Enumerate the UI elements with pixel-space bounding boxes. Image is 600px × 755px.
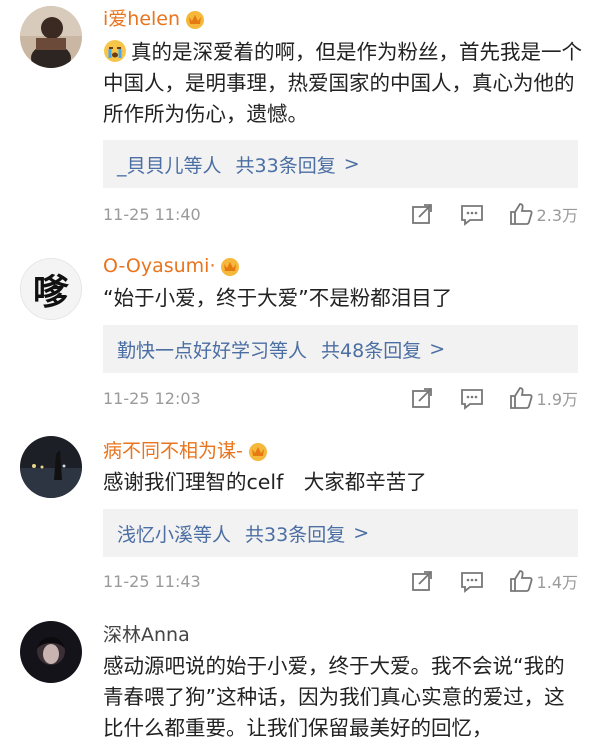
- reply-arrow[interactable]: >: [353, 522, 369, 544]
- reply-summary[interactable]: 浅忆小溪等人 共33条回复 >: [103, 509, 578, 557]
- forward-icon[interactable]: [409, 568, 435, 594]
- thumbs-up-icon: [509, 203, 533, 225]
- like-button[interactable]: 1.9万: [509, 386, 578, 410]
- like-count: 2.3万: [536, 206, 578, 225]
- comment-text: “始于小爱，终于大爱”不是粉都泪目了: [103, 286, 453, 310]
- like-button[interactable]: 1.4万: [509, 569, 578, 593]
- username[interactable]: 病不同不相为谋-: [103, 439, 269, 463]
- reply-names[interactable]: 勤快一点好好学习等人: [117, 336, 307, 363]
- vip-crown-icon: [221, 258, 240, 276]
- comment-text: 感动源吧说的始于小爱，终于大爱。我不会说“我的青春喂了狗”这种话，因为我们真心实…: [103, 654, 565, 740]
- action-bar: 2.3万: [409, 201, 578, 227]
- like-count: 1.9万: [536, 390, 578, 409]
- forward-icon[interactable]: [409, 201, 435, 227]
- comment-meta: 11-25 12:03 1.9万: [103, 383, 578, 413]
- timestamp: 11-25 11:40: [103, 204, 201, 224]
- reply-summary[interactable]: _貝貝儿等人 共33条回复 >: [103, 140, 578, 188]
- username[interactable]: 深林Anna: [103, 623, 190, 647]
- comment-icon[interactable]: [459, 385, 485, 411]
- reply-names[interactable]: _貝貝儿等人: [117, 151, 222, 178]
- comment-icon[interactable]: [459, 568, 485, 594]
- reply-count[interactable]: 共48条回复: [321, 336, 421, 363]
- avatar[interactable]: [20, 6, 82, 68]
- comment-meta: 11-25 11:43 1.4万: [103, 566, 578, 596]
- like-count: 1.4万: [536, 573, 578, 592]
- thumbs-up-icon: [509, 387, 533, 409]
- username-text[interactable]: i爱helen: [103, 7, 180, 31]
- crying-face-icon: [104, 40, 126, 62]
- reply-summary[interactable]: 勤快一点好好学习等人 共48条回复 >: [103, 325, 578, 373]
- forward-icon[interactable]: [409, 385, 435, 411]
- username-text[interactable]: 深林Anna: [103, 623, 190, 647]
- reply-names[interactable]: 浅忆小溪等人: [117, 520, 231, 547]
- action-bar: 1.9万: [409, 385, 578, 411]
- thumbs-up-icon: [509, 570, 533, 592]
- reply-arrow[interactable]: >: [429, 338, 445, 360]
- vip-crown-icon: [186, 11, 205, 29]
- reply-arrow[interactable]: >: [344, 153, 360, 175]
- action-bar: 1.4万: [409, 568, 578, 594]
- avatar[interactable]: [20, 436, 82, 498]
- reply-count[interactable]: 共33条回复: [236, 151, 336, 178]
- avatar[interactable]: [20, 621, 82, 683]
- comment-text: 真的是深爱着的啊，但是作为粉丝，首先我是一个中国人，是明事理，热爱国家的中国人，…: [103, 40, 582, 126]
- username[interactable]: O-Oyasumi·: [103, 254, 241, 278]
- username[interactable]: i爱helen: [103, 7, 206, 31]
- timestamp: 11-25 11:43: [103, 571, 201, 591]
- comment-meta: 11-25 11:40 2.3万: [103, 199, 578, 229]
- comment-text: 感谢我们理智的celf 大家都辛苦了: [103, 470, 427, 494]
- avatar[interactable]: 嗲: [20, 258, 82, 320]
- username-text[interactable]: O-Oyasumi·: [103, 254, 215, 278]
- like-button[interactable]: 2.3万: [509, 202, 578, 226]
- timestamp: 11-25 12:03: [103, 388, 201, 408]
- username-text[interactable]: 病不同不相为谋-: [103, 439, 243, 463]
- reply-count[interactable]: 共33条回复: [245, 520, 345, 547]
- vip-crown-icon: [248, 443, 267, 461]
- comment-icon[interactable]: [459, 201, 485, 227]
- avatar-text: 嗲: [32, 272, 69, 313]
